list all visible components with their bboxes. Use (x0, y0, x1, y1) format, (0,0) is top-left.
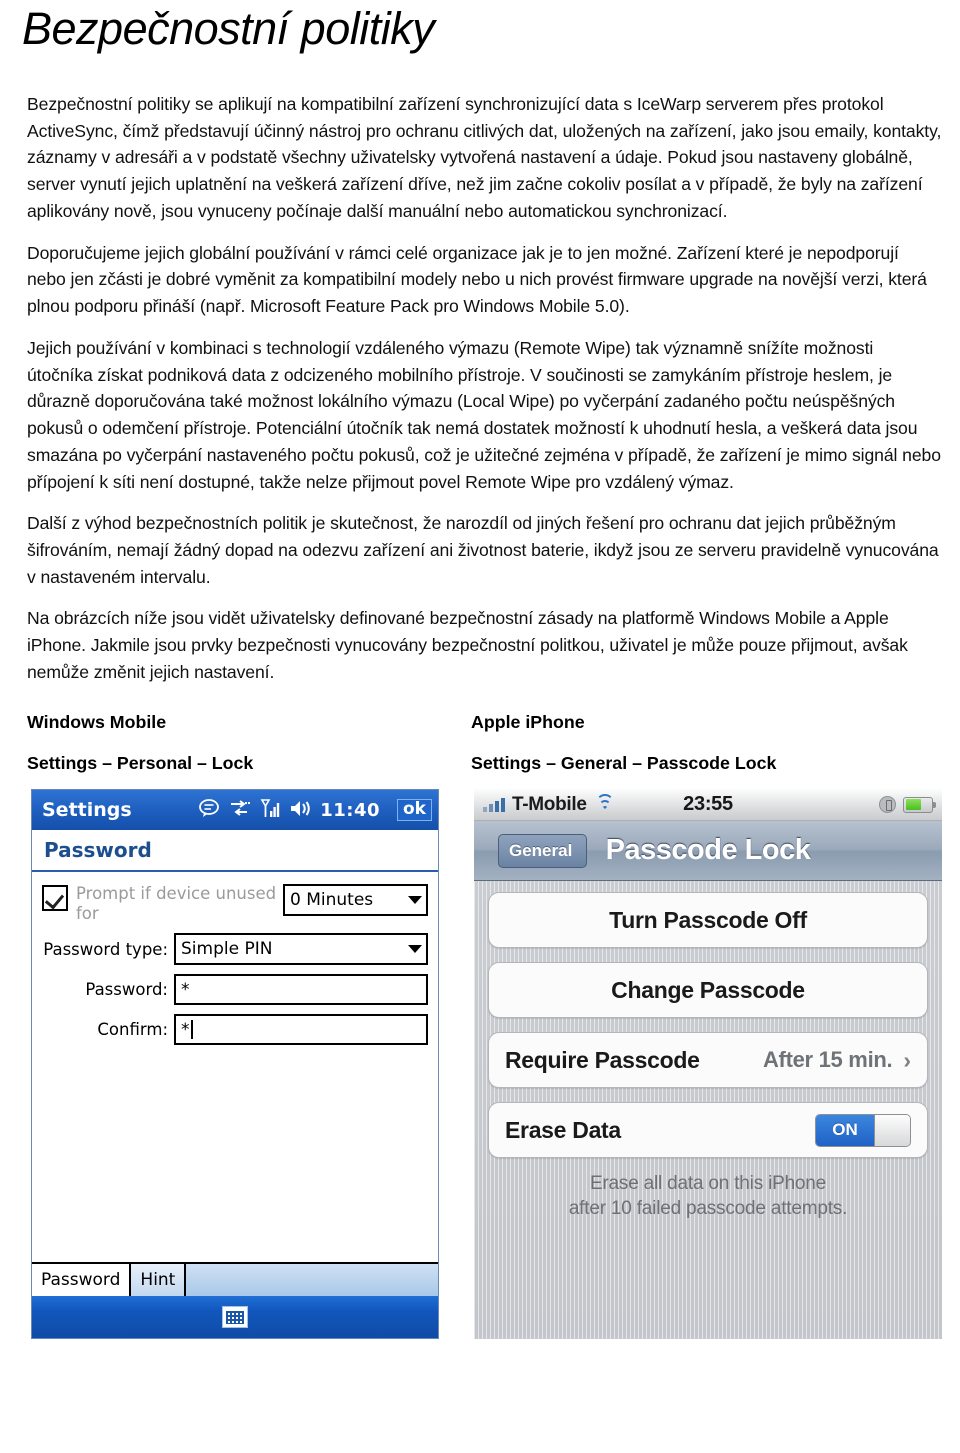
wm-ok-button[interactable]: ok (397, 799, 432, 822)
iphone-status-bar: T-Mobile 23:55 (474, 789, 942, 822)
carrier-label: T-Mobile (512, 793, 587, 815)
back-button-general[interactable]: General (498, 833, 588, 868)
wm-page-header: Password (32, 830, 438, 873)
back-button-label: General (509, 840, 573, 860)
tab-password-label: Password (41, 1270, 121, 1291)
keyboard-icon[interactable] (222, 1306, 248, 1329)
volume-icon[interactable] (289, 799, 311, 822)
wm-title-label: Settings (42, 799, 132, 822)
password-type-label: Password type: (43, 939, 168, 959)
tab-hint[interactable]: Hint (131, 1264, 187, 1297)
wm-status-tray: 11:40 ok (198, 798, 432, 823)
text-caret (190, 1020, 193, 1040)
footnote-line-1: Erase all data on this iPhone (589, 1173, 827, 1195)
wm-password-row: Password: * (42, 974, 428, 1006)
connectivity-icon[interactable] (229, 798, 251, 822)
erase-data-toggle-state: ON (816, 1114, 874, 1146)
paragraph-3: Jejich používání v kombinaci s technolog… (27, 337, 941, 492)
require-passcode-label: Require Passcode (505, 1046, 700, 1073)
tab-password[interactable]: Password (32, 1264, 132, 1297)
battery-icon (903, 796, 936, 813)
timeout-dropdown[interactable]: 0 Minutes (283, 884, 428, 917)
footnote-line-2: after 10 failed passcode attempts. (568, 1197, 848, 1219)
confirm-input[interactable]: * (174, 1014, 428, 1046)
caption-right-path: Settings – General – Passcode Lock (471, 753, 777, 774)
wm-tab-bar: Password Hint (32, 1262, 438, 1297)
status-right-icons (879, 796, 936, 814)
erase-data-label: Erase Data (505, 1116, 621, 1143)
prompt-checkbox[interactable] (42, 885, 68, 912)
chevron-right-icon: › (903, 1046, 911, 1073)
toggle-knob (874, 1114, 910, 1146)
chevron-down-icon (408, 896, 422, 905)
wifi-icon (595, 794, 615, 812)
password-label: Password: (85, 980, 168, 1000)
password-input[interactable]: * (174, 974, 428, 1006)
wm-title-bar: Settings 11:40 ok (32, 790, 438, 831)
iphone-settings-list: Turn Passcode Off Change Passcode Requir… (474, 881, 942, 1340)
require-passcode-value: After 15 min. (762, 1047, 893, 1073)
caption-right-title: Apple iPhone (471, 711, 585, 732)
timeout-dropdown-value: 0 Minutes (290, 890, 374, 911)
wm-soft-key-bar (32, 1296, 438, 1339)
wm-page-header-label: Password (44, 838, 152, 863)
erase-data-footnote: Erase all data on this iPhone after 10 f… (488, 1172, 928, 1221)
password-type-dropdown[interactable]: Simple PIN (174, 933, 428, 966)
signal-icon[interactable] (260, 798, 280, 823)
paragraph-5: Na obrázcích níže jsou vidět uživatelsky… (27, 608, 908, 682)
change-passcode-label: Change Passcode (611, 976, 805, 1003)
signal-bars-icon (483, 797, 505, 813)
document-page: Bezpečnostní politiky Bezpečnostní polit… (0, 3, 960, 1340)
require-passcode-row[interactable]: Require Passcode After 15 min. › (488, 1032, 928, 1089)
iphone-nav-bar: General Passcode Lock (474, 821, 942, 882)
erase-data-toggle[interactable]: ON (815, 1113, 911, 1147)
paragraph-1: Bezpečnostní politiky se aplikují na kom… (27, 94, 942, 221)
wm-form-body: Prompt if device unused for 0 Minutes Pa… (32, 872, 438, 1263)
confirm-label: Confirm: (97, 1020, 168, 1040)
windows-mobile-screenshot: Settings 11:40 ok Password Prompt if dev… (31, 789, 439, 1340)
password-type-value: Simple PIN (181, 939, 273, 960)
rotation-lock-icon (879, 796, 896, 814)
wm-clock: 11:40 (320, 799, 380, 821)
caption-left-title: Windows Mobile (27, 711, 167, 732)
page-title: Bezpečnostní politiky (22, 3, 435, 54)
tab-hint-label: Hint (140, 1270, 176, 1291)
paragraph-2: Doporučujeme jejich globální používání v… (27, 242, 927, 317)
turn-passcode-off-label: Turn Passcode Off (609, 906, 807, 933)
wm-password-type-row: Password type: Simple PIN (42, 933, 428, 966)
caption-left: Windows Mobile Settings – Personal – Loc… (27, 710, 471, 778)
paragraph-4: Další z výhod bezpečnostních politik je … (27, 513, 939, 587)
turn-passcode-off-button[interactable]: Turn Passcode Off (488, 892, 928, 949)
prompt-checkbox-label: Prompt if device unused for (76, 884, 277, 923)
captions-row: Windows Mobile Settings – Personal – Loc… (27, 710, 942, 778)
caption-right: Apple iPhone Settings – General – Passco… (471, 710, 941, 778)
message-icon[interactable] (198, 798, 220, 822)
tab-bar-filler (186, 1264, 438, 1296)
password-input-value: * (181, 979, 190, 1000)
iphone-screenshot: T-Mobile 23:55 General Passcode Lock Tur… (474, 789, 942, 1340)
change-passcode-button[interactable]: Change Passcode (488, 962, 928, 1019)
device-screenshots-row: Settings 11:40 ok Password Prompt if dev… (31, 789, 942, 1340)
caption-left-path: Settings – Personal – Lock (27, 753, 254, 774)
wm-confirm-row: Confirm: * (42, 1014, 428, 1046)
confirm-input-value: * (181, 1019, 190, 1040)
erase-data-row[interactable]: Erase Data ON (488, 1102, 928, 1159)
wm-prompt-row: Prompt if device unused for 0 Minutes (42, 884, 428, 923)
chevron-down-icon (408, 945, 422, 954)
